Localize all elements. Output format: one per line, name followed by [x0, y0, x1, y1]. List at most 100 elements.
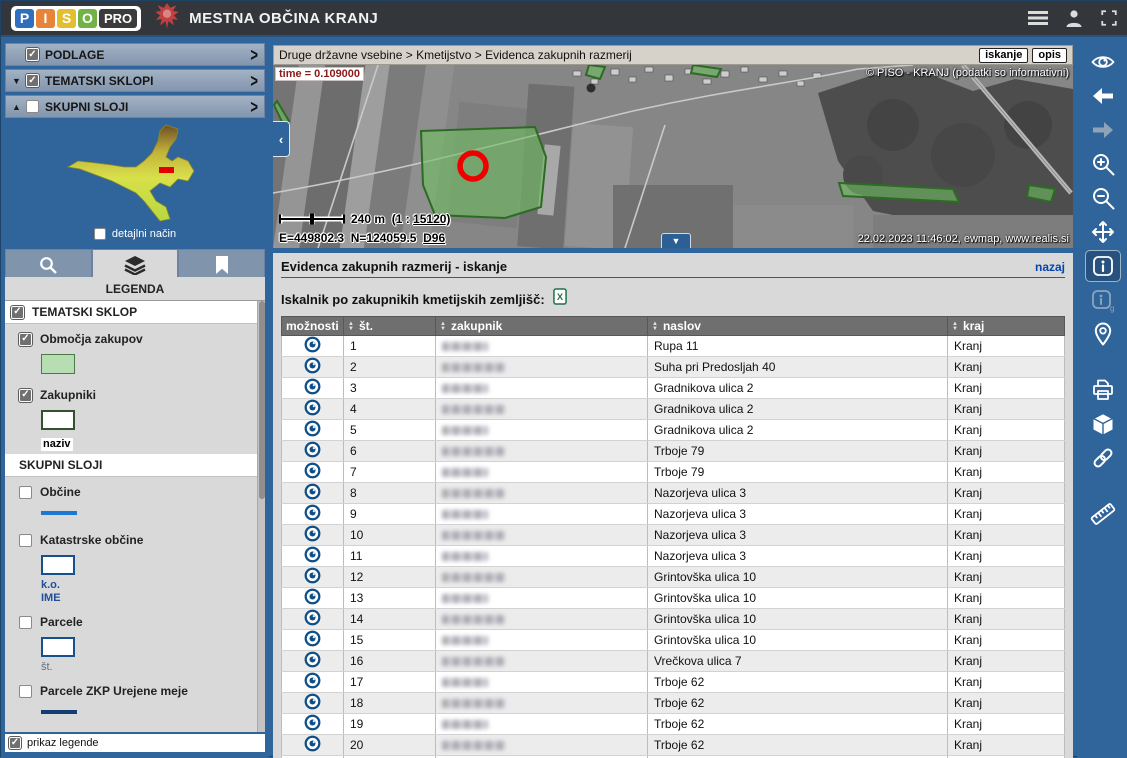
ruler-tool[interactable] [1086, 499, 1120, 529]
zakupnik-redacted [442, 510, 488, 519]
tab-layers[interactable] [92, 249, 179, 279]
row-number: 2 [344, 357, 436, 378]
legend-item-checkbox[interactable] [19, 534, 32, 547]
pan-tool[interactable] [1086, 217, 1120, 247]
piso-logo[interactable]: P I S O PRO [11, 6, 141, 31]
main-content: Druge državne vsebine > Kmetijstvo > Evi… [269, 37, 1077, 758]
iskanje-button[interactable]: iskanje [979, 48, 1028, 63]
datum-link[interactable]: D96 [423, 231, 445, 245]
table-row: 18Trboje 62Kranj [282, 693, 1065, 714]
table-row: 2Suha pri Predosljah 40Kranj [282, 357, 1065, 378]
legend-item-checkbox[interactable] [19, 333, 32, 346]
map-canvas[interactable]: time = 0.109000 © PISO - KRANJ (podatki … [273, 65, 1073, 248]
sidebar-panel-skupni-sloji[interactable]: ▲ SKUPNI SLOJI > [5, 95, 265, 118]
view-row-button[interactable] [304, 468, 321, 482]
sidebar-panel-podlage[interactable]: PODLAGE > [5, 43, 265, 66]
column-header-t[interactable]: ▲▼št. [344, 317, 436, 336]
sort-icon[interactable]: ▲▼ [652, 322, 658, 332]
excel-export-icon[interactable]: X [553, 288, 567, 310]
view-row-button[interactable] [304, 594, 321, 608]
detail-mode-checkbox[interactable] [94, 228, 106, 240]
legend-group-label: SKUPNI SLOJI [19, 458, 102, 472]
panel-checkbox[interactable] [26, 48, 39, 61]
collapse-sidebar-button[interactable]: ‹ [273, 121, 290, 157]
history-forward-tool[interactable] [1086, 115, 1120, 145]
sidebar-panel-tematski-sklopi[interactable]: ▼ TEMATSKI SKLOPI > [5, 69, 265, 92]
share-link-tool[interactable] [1086, 443, 1120, 473]
panel-checkbox[interactable] [26, 74, 39, 87]
table-row: 13Grintovška ulica 10Kranj [282, 588, 1065, 609]
scrollbar-thumb[interactable] [259, 301, 265, 499]
view-row-button[interactable] [304, 678, 321, 692]
collapse-icon[interactable]: ▼ [12, 76, 26, 86]
view-row-button[interactable] [304, 615, 321, 629]
table-row: 9Nazorjeva ulica 3Kranj [282, 504, 1065, 525]
history-back-tool[interactable] [1086, 81, 1120, 111]
tab-bookmarks[interactable] [178, 249, 265, 279]
row-number: 18 [344, 693, 436, 714]
scale-value[interactable]: 15120 [413, 212, 446, 226]
view-row-button[interactable] [304, 342, 321, 356]
sort-icon[interactable]: ▲▼ [348, 322, 354, 332]
row-naslov: Grintovška ulica 10 [648, 630, 948, 651]
row-kraj: Kranj [948, 609, 1065, 630]
view-row-button[interactable] [304, 636, 321, 650]
user-icon[interactable] [1064, 8, 1084, 28]
view-row-button[interactable] [304, 699, 321, 713]
overview-map[interactable] [5, 121, 265, 225]
view-row-button[interactable] [304, 447, 321, 461]
collapse-map-button[interactable]: ▼ [661, 233, 691, 248]
location-pin-tool[interactable] [1086, 319, 1120, 349]
search-title: Iskalnik po zakupnikih kmetijskih zemlji… [281, 292, 545, 307]
view-row-button[interactable] [304, 741, 321, 755]
info-group-tool[interactable]: g [1086, 285, 1120, 315]
view-row-button[interactable] [304, 573, 321, 587]
zoom-out-icon [1090, 185, 1116, 211]
chevron-right-icon[interactable]: > [250, 44, 258, 65]
column-header-zakupnik[interactable]: ▲▼zakupnik [436, 317, 648, 336]
opis-button[interactable]: opis [1032, 48, 1067, 63]
show-legend-checkbox[interactable] [9, 737, 21, 749]
chevron-right-icon[interactable]: > [250, 96, 258, 117]
legend-item-checkbox[interactable] [19, 685, 32, 698]
legend-item-checkbox[interactable] [19, 616, 32, 629]
view-row-button[interactable] [304, 426, 321, 440]
zoom-in-tool[interactable] [1086, 149, 1120, 179]
legend-scrollbar[interactable] [257, 301, 265, 732]
row-number: 20 [344, 735, 436, 756]
view-row-button[interactable] [304, 510, 321, 524]
cube-3d-tool[interactable] [1086, 409, 1120, 439]
row-number: 15 [344, 630, 436, 651]
fullscreen-icon[interactable] [1100, 9, 1118, 27]
table-row: 11Nazorjeva ulica 3Kranj [282, 546, 1065, 567]
view-row-button[interactable] [304, 531, 321, 545]
view-row-button[interactable] [304, 552, 321, 566]
sort-icon[interactable]: ▲▼ [440, 322, 446, 332]
legend-item: Parcele ZKP Urejene meje [5, 676, 257, 724]
view-row-button[interactable] [304, 405, 321, 419]
zoom-out-tool[interactable] [1086, 183, 1120, 213]
back-link[interactable]: nazaj [1035, 260, 1065, 274]
legend-item-checkbox[interactable] [19, 389, 32, 402]
legend-item: Parcele ARHIV [5, 724, 257, 732]
collapse-icon[interactable]: ▲ [12, 102, 26, 112]
legend-swatch [41, 410, 75, 430]
sort-icon[interactable]: ▲▼ [952, 322, 958, 332]
identify-eye-tool[interactable] [1086, 47, 1120, 77]
chevron-right-icon[interactable]: > [250, 70, 258, 91]
legend-group-checkbox[interactable] [11, 306, 24, 319]
legend-item-checkbox[interactable] [19, 486, 32, 499]
view-row-button[interactable] [304, 489, 321, 503]
menu-icon[interactable] [1028, 10, 1048, 26]
view-row-button[interactable] [304, 363, 321, 377]
column-header-naslov[interactable]: ▲▼naslov [648, 317, 948, 336]
view-row-button[interactable] [304, 384, 321, 398]
info-tool[interactable] [1086, 251, 1120, 281]
print-tool[interactable] [1086, 375, 1120, 405]
tab-search[interactable] [5, 249, 92, 279]
panel-checkbox[interactable] [26, 100, 39, 113]
column-header-kraj[interactable]: ▲▼kraj [948, 317, 1065, 336]
table-row: 8Nazorjeva ulica 3Kranj [282, 483, 1065, 504]
view-row-button[interactable] [304, 657, 321, 671]
view-row-button[interactable] [304, 720, 321, 734]
